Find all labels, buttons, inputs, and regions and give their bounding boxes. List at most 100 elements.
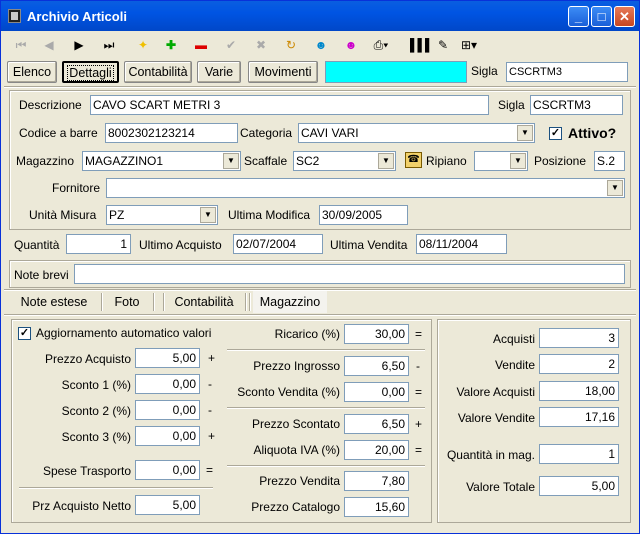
qta-mag-field[interactable]: 1 xyxy=(539,444,619,464)
tab-movimenti[interactable]: Movimenti xyxy=(248,61,318,83)
sconto1-field[interactable]: 0,00 xyxy=(135,374,200,394)
next-icon[interactable]: ▶ xyxy=(70,37,88,53)
sconto3-field[interactable]: 0,00 xyxy=(135,426,200,446)
user-icon[interactable]: ☻ xyxy=(312,37,330,53)
equals-operator: = xyxy=(415,385,423,399)
tab-varie[interactable]: Varie xyxy=(197,61,241,83)
tab-dettagli-label: Dettagli xyxy=(67,65,114,81)
tab-contabilita-label: Contabilità xyxy=(128,65,188,79)
categoria-value: CAVI VARI xyxy=(301,126,359,140)
val-acq-label: Valore Acquisti xyxy=(456,385,536,399)
divider xyxy=(163,293,165,311)
barcode-icon[interactable]: ▌▌▌ xyxy=(410,37,434,53)
edit-icon[interactable]: ✎ xyxy=(434,37,452,53)
plus-operator: + xyxy=(415,417,423,431)
descrizione-label: Descrizione xyxy=(19,98,82,112)
totale-field[interactable]: 5,00 xyxy=(539,476,619,496)
tab-contabilita[interactable]: Contabilità xyxy=(124,61,192,83)
chevron-down-icon[interactable]: ▼ xyxy=(223,153,239,169)
ingrosso-field[interactable]: 6,50 xyxy=(344,356,409,376)
val-acq-field[interactable]: 18,00 xyxy=(539,381,619,401)
iva-field[interactable]: 20,00 xyxy=(344,440,409,460)
tab-elenco-label: Elenco xyxy=(12,65,52,79)
unita-select[interactable]: PZ ▼ xyxy=(106,205,218,225)
ultimo-acq-field[interactable]: 02/07/2004 xyxy=(233,234,323,254)
chevron-down-icon[interactable]: ▼ xyxy=(200,207,216,223)
minimize-button[interactable]: _ xyxy=(568,6,589,27)
cancel-icon[interactable]: ✖ xyxy=(252,37,270,53)
chevron-down-icon[interactable]: ▼ xyxy=(510,153,526,169)
tab-dettagli[interactable]: Dettagli xyxy=(62,61,119,83)
ultima-mod-field[interactable]: 30/09/2005 xyxy=(319,205,408,225)
user2-icon[interactable]: ☻ xyxy=(342,37,360,53)
codice-field[interactable]: 8002302123214 xyxy=(105,123,238,143)
netto-field[interactable]: 5,00 xyxy=(135,495,200,515)
divider xyxy=(4,314,636,316)
scaffale-select[interactable]: SC2 ▼ xyxy=(293,151,396,171)
first-icon[interactable]: ⏮ xyxy=(12,37,30,53)
sconto2-label: Sconto 2 (%) xyxy=(61,404,131,418)
vendita-field[interactable]: 7,80 xyxy=(344,471,409,491)
chevron-down-icon[interactable]: ▼ xyxy=(607,180,623,196)
spese-field[interactable]: 0,00 xyxy=(135,460,200,480)
minus-icon[interactable]: ▬ xyxy=(192,37,210,53)
auto-label: Aggiornamento automatico valori xyxy=(36,326,212,340)
plus-icon[interactable]: ✚ xyxy=(162,37,180,53)
divider xyxy=(227,465,425,467)
catalogo-field[interactable]: 15,60 xyxy=(344,497,409,517)
vendite-field[interactable]: 2 xyxy=(539,354,619,374)
ricarico-label: Ricarico (%) xyxy=(274,327,340,341)
divider xyxy=(19,487,213,489)
attivo-label: Attivo? xyxy=(568,125,617,141)
magazzino-select[interactable]: MAGAZZINO1 ▼ xyxy=(82,151,241,171)
magazzino-label: Magazzino xyxy=(16,154,75,168)
tree-icon[interactable]: ⊞▾ xyxy=(460,37,478,53)
fornitore-select[interactable]: ▼ xyxy=(106,178,625,198)
chevron-down-icon[interactable]: ▼ xyxy=(378,153,394,169)
note-field[interactable] xyxy=(74,264,625,284)
prezzo-acq-field[interactable]: 5,00 xyxy=(135,348,200,368)
confirm-icon[interactable]: ✔ xyxy=(222,37,240,53)
refresh-icon[interactable]: ↻ xyxy=(282,37,300,53)
close-button[interactable]: ✕ xyxy=(614,6,635,27)
last-icon[interactable]: ⏭ xyxy=(100,37,118,53)
categoria-select[interactable]: CAVI VARI ▼ xyxy=(298,123,535,143)
subtab-note-estese[interactable]: Note estese xyxy=(11,291,97,313)
divider xyxy=(227,349,425,351)
ripiano-select[interactable]: ▼ xyxy=(474,151,528,171)
subtab-contabilita[interactable]: Contabilità xyxy=(167,291,241,313)
tab-varie-label: Varie xyxy=(204,65,234,79)
divider xyxy=(4,86,636,88)
attivo-checkbox[interactable]: ✓ xyxy=(549,127,562,140)
acquisti-field[interactable]: 3 xyxy=(539,328,619,348)
print-icon[interactable]: ⎙▾ xyxy=(372,37,390,53)
descrizione-field[interactable]: CAVO SCART METRI 3 xyxy=(90,95,489,115)
app-icon xyxy=(8,9,21,23)
subtab-foto[interactable]: Foto xyxy=(105,291,149,313)
sigla-field[interactable]: CSCRTM3 xyxy=(530,95,623,115)
sconto-vend-field[interactable]: 0,00 xyxy=(344,382,409,402)
val-vend-field[interactable]: 17,16 xyxy=(539,407,619,427)
add-icon[interactable]: ✦ xyxy=(134,37,152,53)
phone-icon[interactable]: ☎ xyxy=(405,152,422,168)
subtab-magazzino[interactable]: Magazzino xyxy=(253,291,327,313)
maximize-button[interactable]: □ xyxy=(591,6,612,27)
search-color-box[interactable] xyxy=(325,61,467,83)
auto-checkbox[interactable]: ✓ xyxy=(18,327,31,340)
minus-operator: - xyxy=(416,359,420,373)
window-title: Archivio Articoli xyxy=(27,9,127,24)
chevron-down-icon[interactable]: ▼ xyxy=(517,125,533,141)
title-bar[interactable]: Archivio Articoli _ □ ✕ xyxy=(1,1,639,31)
scontato-field[interactable]: 6,50 xyxy=(344,414,409,434)
ultima-vend-field[interactable]: 08/11/2004 xyxy=(416,234,507,254)
posizione-field[interactable]: S.2 xyxy=(594,151,625,171)
ricarico-field[interactable]: 30,00 xyxy=(344,324,409,344)
ultima-mod-label: Ultima Modifica xyxy=(228,208,311,222)
ultimo-acq-label: Ultimo Acquisto xyxy=(139,238,222,252)
quantita-field[interactable]: 1 xyxy=(66,234,131,254)
val-vend-label: Valore Vendite xyxy=(457,411,535,425)
top-sigla-field[interactable]: CSCRTM3 xyxy=(506,62,628,82)
prev-icon[interactable]: ◀ xyxy=(40,37,58,53)
tab-elenco[interactable]: Elenco xyxy=(7,61,57,83)
sconto2-field[interactable]: 0,00 xyxy=(135,400,200,420)
